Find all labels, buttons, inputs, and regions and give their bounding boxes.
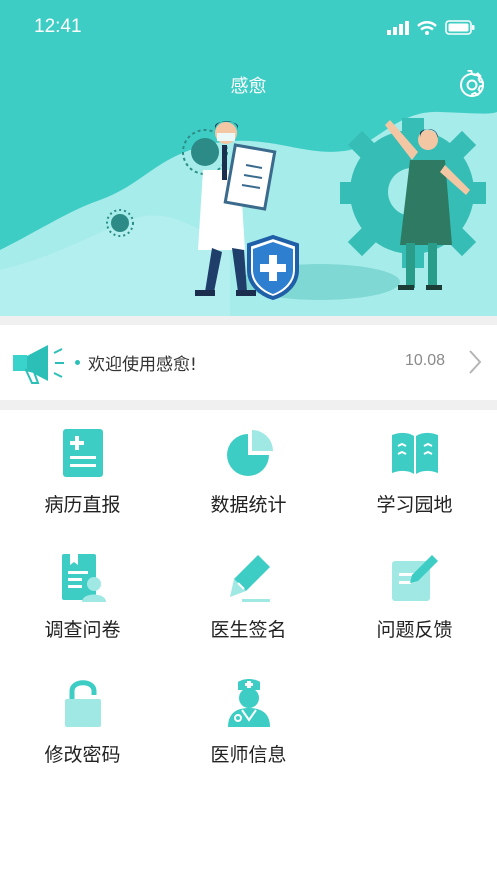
- open-book-icon: [392, 432, 438, 474]
- chevron-right-icon[interactable]: [467, 349, 483, 375]
- menu-item-label: 修改密码: [44, 744, 121, 766]
- status-icons: [387, 20, 475, 35]
- notice-bullet-icon: [75, 360, 80, 365]
- menu-item-feedback[interactable]: 问题反馈: [332, 535, 497, 655]
- questionnaire-icon: [62, 554, 106, 602]
- megaphone-icon: [13, 345, 64, 384]
- pie-chart-icon: [227, 430, 273, 476]
- menu-item-learning[interactable]: 学习园地: [332, 410, 497, 530]
- menu-item-questionnaire[interactable]: 调查问卷: [0, 535, 165, 655]
- doctor-icon: [228, 679, 270, 727]
- menu-item-label: 病历直报: [44, 494, 121, 516]
- menu-item-label: 学习园地: [376, 494, 453, 516]
- menu-item-doctor-info[interactable]: 医师信息: [166, 660, 331, 780]
- menu-item-doctor-signature[interactable]: 医生签名: [166, 535, 331, 655]
- feedback-icon: [392, 555, 438, 601]
- function-grid: 病历直报 数据统计 学习园地 调查问卷 医生签名 问题反馈 修改密码 医师信息: [0, 410, 497, 883]
- status-bar: 12:41: [0, 0, 497, 58]
- menu-item-statistics[interactable]: 数据统计: [166, 410, 331, 530]
- menu-item-label: 医师信息: [210, 744, 287, 766]
- pen-icon: [230, 555, 270, 602]
- medical-record-icon: [63, 429, 103, 477]
- battery-icon: [445, 20, 475, 35]
- notice-bar[interactable]: 欢迎使用感愈! 10.08: [0, 325, 497, 400]
- signal-icon: [387, 20, 409, 35]
- menu-item-label: 数据统计: [210, 494, 287, 516]
- menu-item-medical-record[interactable]: 病历直报: [0, 410, 165, 530]
- notice-text: 欢迎使用感愈!: [88, 355, 197, 375]
- menu-item-label: 医生签名: [210, 619, 287, 641]
- header-banner: 12:41 感愈: [0, 0, 497, 316]
- settings-gear-icon[interactable]: [457, 70, 487, 100]
- divider: [0, 316, 497, 325]
- menu-item-label: 问题反馈: [376, 619, 453, 641]
- menu-item-change-password[interactable]: 修改密码: [0, 660, 165, 780]
- status-time: 12:41: [34, 16, 82, 37]
- wifi-icon: [417, 20, 437, 35]
- notice-number: 10.08: [405, 352, 446, 369]
- page-title: 感愈: [230, 76, 267, 97]
- menu-item-label: 调查问卷: [44, 619, 121, 641]
- lock-icon: [65, 680, 101, 727]
- divider: [0, 400, 497, 410]
